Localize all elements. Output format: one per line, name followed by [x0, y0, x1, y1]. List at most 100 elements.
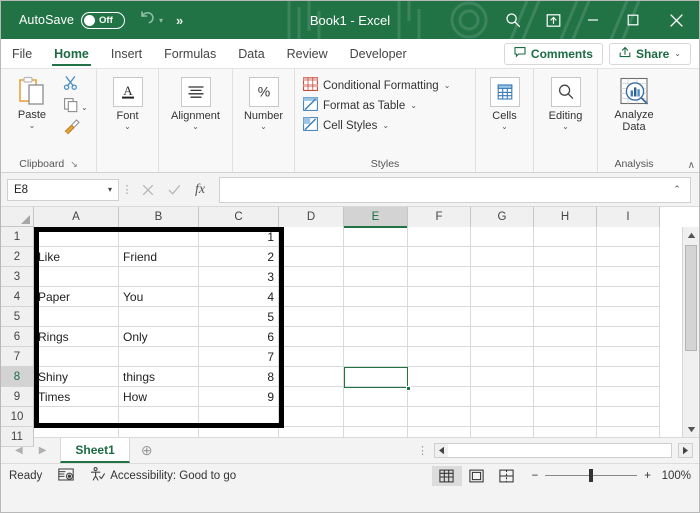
record-macro-button[interactable] — [58, 468, 74, 484]
tab-developer[interactable]: Developer — [339, 39, 418, 68]
tab-insert[interactable]: Insert — [100, 39, 153, 68]
name-box[interactable]: E8 ▾ — [7, 179, 119, 201]
conditional-formatting-caret-icon[interactable]: ⌄ — [444, 81, 451, 90]
cell-G5[interactable] — [471, 307, 534, 327]
cell-H1[interactable] — [534, 227, 597, 247]
cells-button[interactable]: Cells ⌄ — [478, 73, 531, 132]
cell-G4[interactable] — [471, 287, 534, 307]
cell-D9[interactable] — [279, 387, 344, 407]
clipboard-dialog-launcher-icon[interactable]: ↘ — [70, 159, 78, 170]
cell-D5[interactable] — [279, 307, 344, 327]
row-header-1[interactable]: 1 — [1, 227, 34, 247]
cell-H6[interactable] — [534, 327, 597, 347]
cell-C6[interactable]: 6 — [199, 327, 279, 347]
cell-E1[interactable] — [344, 227, 408, 247]
cell-E3[interactable] — [344, 267, 408, 287]
cell-F5[interactable] — [408, 307, 471, 327]
page-break-view-icon[interactable] — [492, 466, 522, 486]
cell-A8[interactable]: Shiny — [34, 367, 119, 387]
column-header-E[interactable]: E — [344, 207, 408, 227]
cell-H9[interactable] — [534, 387, 597, 407]
cell-G3[interactable] — [471, 267, 534, 287]
cell-I1[interactable] — [597, 227, 660, 247]
analyze-data-button[interactable]: Analyze Data — [600, 73, 668, 133]
column-header-F[interactable]: F — [408, 207, 471, 227]
number-button[interactable]: % Number ⌄ — [235, 73, 292, 132]
cell-H4[interactable] — [534, 287, 597, 307]
row-header-4[interactable]: 4 — [1, 287, 34, 307]
zoom-slider[interactable] — [545, 475, 637, 476]
cell-I7[interactable] — [597, 347, 660, 367]
cell-G6[interactable] — [471, 327, 534, 347]
cell-G2[interactable] — [471, 247, 534, 267]
cancel-icon[interactable] — [135, 179, 161, 201]
font-caret-icon[interactable]: ⌄ — [124, 122, 131, 132]
cell-D11[interactable] — [279, 427, 344, 437]
cell-H3[interactable] — [534, 267, 597, 287]
cell-E2[interactable] — [344, 247, 408, 267]
cell-C1[interactable]: 1 — [199, 227, 279, 247]
cell-I9[interactable] — [597, 387, 660, 407]
cells-caret-icon[interactable]: ⌄ — [501, 122, 508, 132]
copy-caret-icon[interactable]: ⌄ — [81, 103, 88, 112]
cell-E11[interactable] — [344, 427, 408, 437]
cell-I11[interactable] — [597, 427, 660, 437]
column-header-I[interactable]: I — [597, 207, 660, 227]
cell-B11[interactable] — [119, 427, 199, 437]
share-button[interactable]: Share ⌄ — [609, 43, 691, 65]
copy-button[interactable]: ⌄ — [61, 98, 88, 117]
row-header-2[interactable]: 2 — [1, 247, 34, 267]
row-header-6[interactable]: 6 — [1, 327, 34, 347]
cell-F9[interactable] — [408, 387, 471, 407]
editing-button[interactable]: Editing ⌄ — [536, 73, 595, 132]
column-header-B[interactable]: B — [119, 207, 199, 227]
cell-styles-caret-icon[interactable]: ⌄ — [382, 121, 389, 130]
row-header-9[interactable]: 9 — [1, 387, 34, 407]
select-all-corner[interactable] — [1, 207, 34, 227]
expand-formula-bar-icon[interactable]: ⌃ — [670, 184, 684, 195]
cell-F2[interactable] — [408, 247, 471, 267]
cell-F7[interactable] — [408, 347, 471, 367]
row-header-8[interactable]: 8 — [1, 367, 34, 387]
search-icon[interactable] — [493, 1, 533, 39]
cell-B4[interactable]: You — [119, 287, 199, 307]
page-layout-view-icon[interactable] — [462, 466, 492, 486]
cell-D6[interactable] — [279, 327, 344, 347]
cell-B7[interactable] — [119, 347, 199, 367]
cell-B5[interactable] — [119, 307, 199, 327]
cell-B9[interactable]: How — [119, 387, 199, 407]
tab-home[interactable]: Home — [43, 39, 100, 68]
sheet-next-icon[interactable]: ▶ — [39, 445, 47, 456]
scroll-up-button[interactable] — [683, 227, 699, 243]
cell-A4[interactable]: Paper — [34, 287, 119, 307]
row-header-10[interactable]: 10 — [1, 407, 34, 427]
cell-styles-button[interactable]: Cell Styles ⌄ — [303, 117, 450, 134]
tab-file[interactable]: File — [1, 39, 43, 68]
cell-B10[interactable] — [119, 407, 199, 427]
cell-G1[interactable] — [471, 227, 534, 247]
share-caret-icon[interactable]: ⌄ — [674, 49, 681, 58]
cell-D2[interactable] — [279, 247, 344, 267]
zoom-slider-thumb[interactable] — [589, 469, 593, 482]
paste-caret-icon[interactable]: ⌄ — [29, 121, 36, 130]
cell-E8[interactable] — [344, 367, 408, 387]
cell-C11[interactable] — [199, 427, 279, 437]
format-as-table-button[interactable]: Format as Table ⌄ — [303, 97, 450, 114]
cell-A7[interactable] — [34, 347, 119, 367]
cell-H8[interactable] — [534, 367, 597, 387]
cell-B6[interactable]: Only — [119, 327, 199, 347]
insert-function-icon[interactable]: fx — [187, 179, 213, 201]
confirm-check-icon[interactable] — [161, 179, 187, 201]
cell-I5[interactable] — [597, 307, 660, 327]
cell-E4[interactable] — [344, 287, 408, 307]
cell-G8[interactable] — [471, 367, 534, 387]
cell-I3[interactable] — [597, 267, 660, 287]
number-caret-icon[interactable]: ⌄ — [260, 122, 267, 132]
collapse-ribbon-icon[interactable]: ∧ — [688, 160, 695, 171]
cell-H5[interactable] — [534, 307, 597, 327]
cell-E9[interactable] — [344, 387, 408, 407]
row-header-7[interactable]: 7 — [1, 347, 34, 367]
cell-C8[interactable]: 8 — [199, 367, 279, 387]
cell-A10[interactable] — [34, 407, 119, 427]
cell-B1[interactable] — [119, 227, 199, 247]
